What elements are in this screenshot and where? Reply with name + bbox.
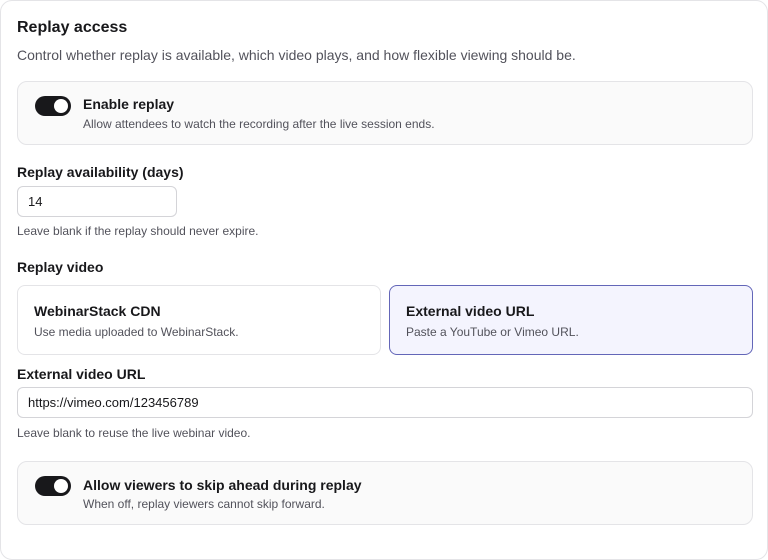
option-cdn-title: WebinarStack CDN — [34, 303, 161, 319]
external-url-label: External video URL — [17, 366, 146, 382]
section-subtitle: Control whether replay is available, whi… — [17, 47, 576, 63]
toggle-knob — [54, 99, 68, 113]
option-external-description: Paste a YouTube or Vimeo URL. — [406, 325, 579, 339]
skip-ahead-description: When off, replay viewers cannot skip for… — [83, 497, 325, 511]
replay-video-label: Replay video — [17, 259, 104, 275]
option-external-title: External video URL — [406, 303, 535, 319]
toggle-knob — [54, 479, 68, 493]
availability-hint: Leave blank if the replay should never e… — [17, 224, 259, 238]
option-external-video-url[interactable]: External video URL Paste a YouTube or Vi… — [389, 285, 753, 355]
availability-label: Replay availability (days) — [17, 164, 184, 180]
replay-access-panel: Replay access Control whether replay is … — [0, 0, 768, 560]
external-url-input[interactable] — [17, 387, 753, 418]
skip-ahead-card: Allow viewers to skip ahead during repla… — [17, 461, 753, 525]
skip-ahead-title: Allow viewers to skip ahead during repla… — [83, 477, 362, 493]
availability-days-input[interactable] — [17, 186, 177, 217]
option-webinarstack-cdn[interactable]: WebinarStack CDN Use media uploaded to W… — [17, 285, 381, 355]
external-url-hint: Leave blank to reuse the live webinar vi… — [17, 426, 251, 440]
enable-replay-description: Allow attendees to watch the recording a… — [83, 117, 435, 131]
skip-ahead-toggle[interactable] — [35, 476, 71, 496]
enable-replay-title: Enable replay — [83, 96, 175, 112]
enable-replay-toggle[interactable] — [35, 96, 71, 116]
section-title: Replay access — [17, 19, 128, 36]
enable-replay-card: Enable replay Allow attendees to watch t… — [17, 81, 753, 145]
option-cdn-description: Use media uploaded to WebinarStack. — [34, 325, 239, 339]
